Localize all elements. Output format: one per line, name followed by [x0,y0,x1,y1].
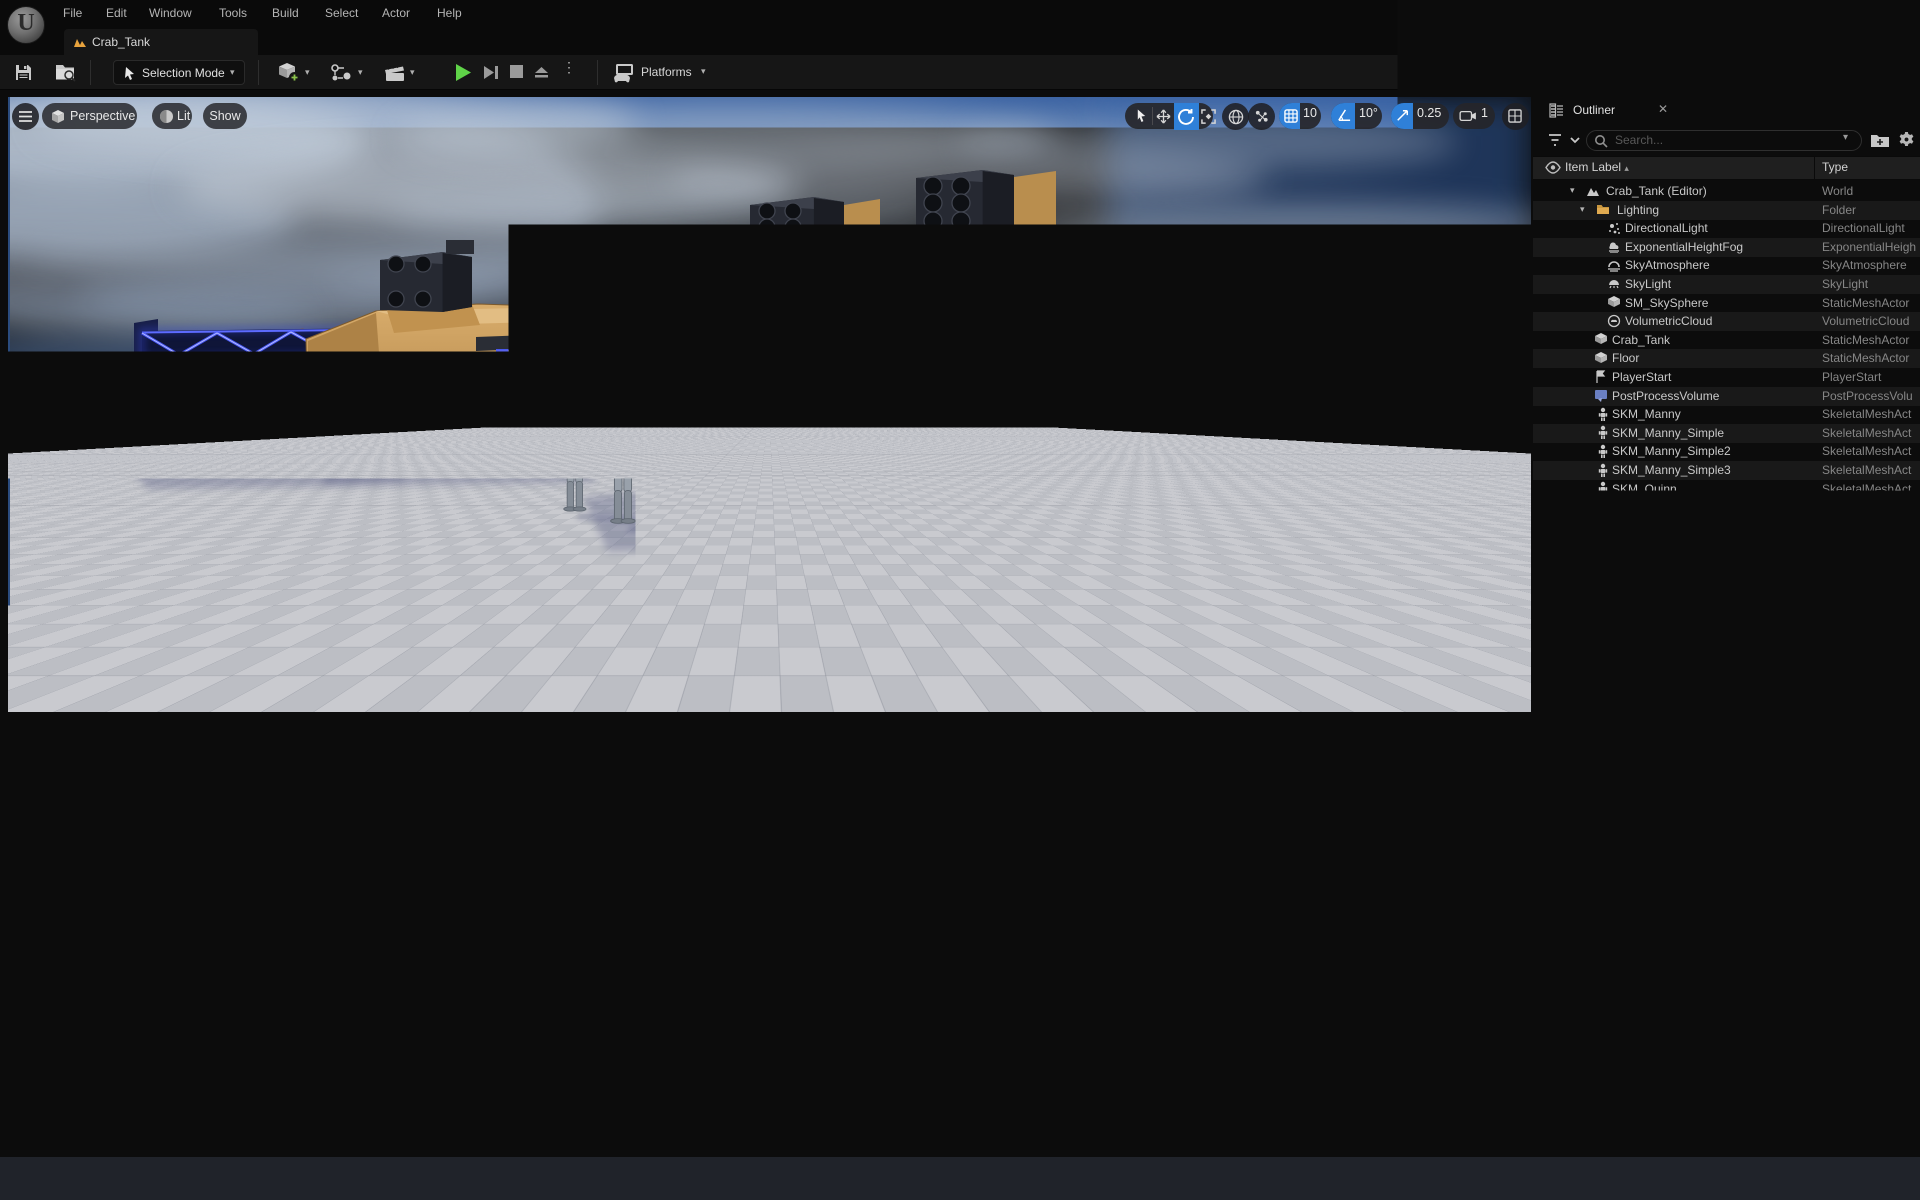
svg-text:S: S [1278,1172,1289,1189]
svg-text:1: 1 [61,1167,66,1178]
svg-text:Z: Z [45,651,52,665]
svg-text:U: U [1317,1173,1327,1188]
svg-text:T: T [1635,1175,1640,1184]
svg-text:EPIC: EPIC [1512,1173,1525,1179]
svg-text:A: A [1486,1174,1493,1185]
svg-text:PRE: PRE [741,1185,753,1191]
svg-text:X: X [69,677,77,691]
